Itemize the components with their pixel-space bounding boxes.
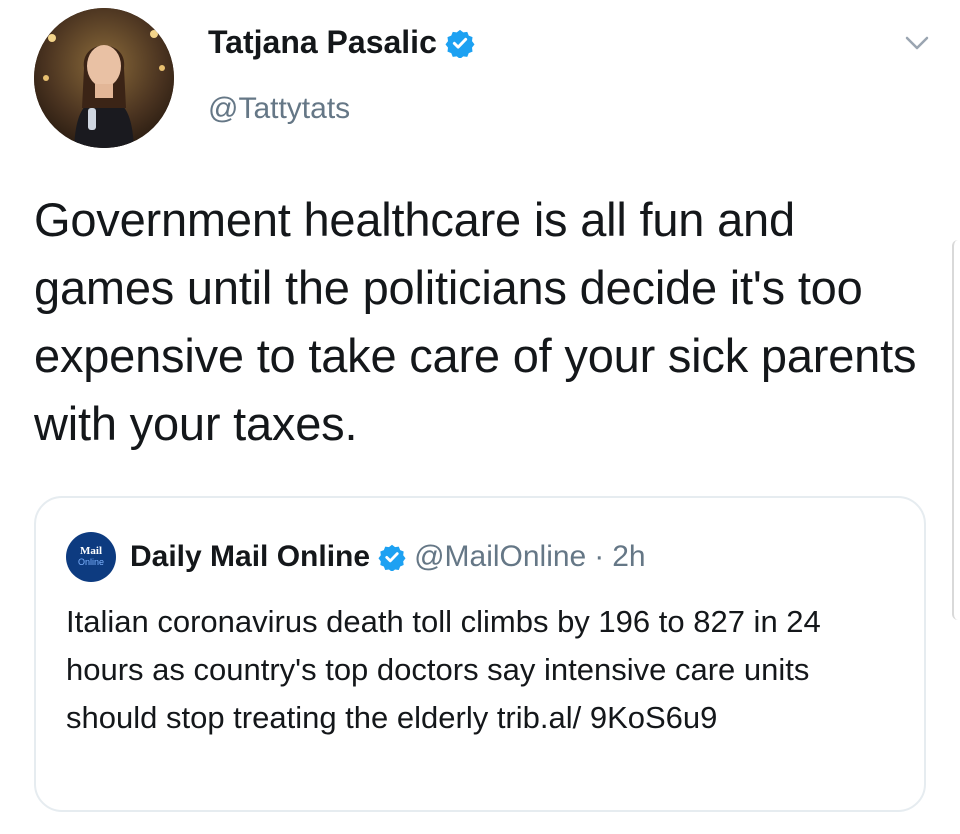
quoted-tweet-card[interactable]: Mail Online Daily Mail Online @MailOnlin… (34, 496, 926, 812)
quoted-timestamp[interactable]: 2h (612, 540, 645, 574)
quoted-tweet-header: Mail Online Daily Mail Online @MailOnlin… (66, 532, 646, 582)
mail-online-logo[interactable]: Mail Online (66, 532, 116, 582)
verified-badge-icon (378, 544, 406, 571)
author-name[interactable]: Tatjana Pasalic (208, 24, 437, 61)
verified-badge-icon (445, 29, 475, 58)
quoted-tweet-text: Italian coronavirus death toll climbs by… (66, 604, 821, 735)
author-name-row[interactable]: Tatjana Pasalic (208, 24, 475, 61)
logo-text-top: Mail (80, 545, 102, 557)
separator-dot: · (594, 540, 605, 573)
scroll-edge (952, 240, 960, 620)
quoted-author-name[interactable]: Daily Mail Online (130, 540, 370, 574)
avatar-image (34, 8, 174, 148)
quoted-author-handle[interactable]: @MailOnline (414, 540, 586, 574)
author-handle[interactable]: @Tattytats (208, 92, 350, 126)
tweet-text: Government healthcare is all fun and gam… (34, 193, 917, 450)
chevron-down-icon[interactable] (902, 28, 932, 58)
logo-text-bottom: Online (77, 557, 104, 567)
author-avatar[interactable] (34, 8, 174, 148)
tweet: Tatjana Pasalic @Tattytats Government he… (0, 0, 960, 834)
